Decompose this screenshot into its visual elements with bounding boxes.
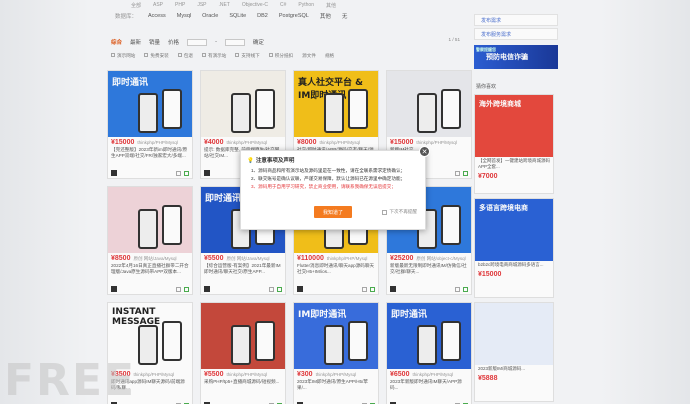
close-icon[interactable]: ✕ [419,146,430,157]
dont-remind-checkbox[interactable]: 下次不再提醒 [382,209,417,215]
notice-modal: 💡 注意事项及声明 1、源码商品和所有演示站及源码里是在一致性，请在全联系需求定债… [240,146,430,230]
notice-line: 2、联交账号是确认议联，严谨交易保障，默认让源码已在源里中确定功能； [251,176,406,181]
modal-notice-list: 1、源码商品和所有演示站及源码里是在一致性，请在全联系需求定债确认； 2、联交账… [251,167,405,191]
lightbulb-icon: 💡 [247,158,254,164]
acknowledge-button[interactable]: 我知道了 [314,206,352,218]
notice-line: 1、源码商品和所有演示站及源码里是在一致性，请在全联系需求定债确认； [251,168,406,173]
modal-title: 💡 注意事项及声明 [247,158,295,164]
notice-line-warning: 3、源码用于自用学习研究，禁止商业使用，请联系我确保无误后提交； [251,184,396,189]
checkbox[interactable] [382,209,388,215]
